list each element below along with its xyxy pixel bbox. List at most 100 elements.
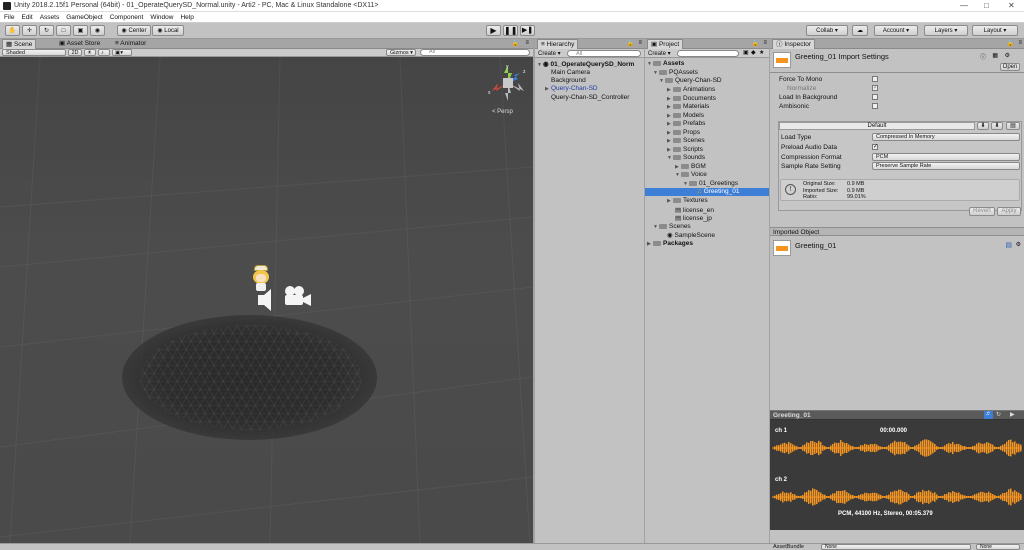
project-folder-prefabs[interactable]: ▶ Prefabs — [667, 120, 705, 127]
mode-2d-toggle[interactable]: 2D — [68, 49, 82, 56]
project-folder-scenes[interactable]: ▶ Scenes — [667, 137, 705, 144]
panel-menu-icon[interactable]: ≡ — [525, 40, 529, 46]
lock-icon[interactable]: 🔒 — [512, 40, 519, 47]
imported-object-book-icon[interactable]: ▤ — [1005, 241, 1012, 249]
tab-inspector[interactable]: ⓘ Inspector — [772, 39, 816, 49]
minimize-icon[interactable]: — — [960, 1, 968, 10]
effects-dropdown-icon[interactable]: ▣▾ — [112, 49, 132, 56]
platform-standalone-icon-2[interactable]: ⬇ — [991, 122, 1003, 130]
platform-android-icon[interactable]: ▤ — [1006, 122, 1020, 130]
tab-hierarchy[interactable]: ≡ Hierarchy — [537, 39, 579, 49]
menu-assets[interactable]: Assets — [36, 12, 63, 21]
project-folder-01-greetings[interactable]: ▼ 01_Greetings — [683, 180, 738, 187]
ambisonic-checkbox[interactable] — [872, 103, 878, 109]
lighting-toggle-icon[interactable]: ☀ — [84, 49, 96, 56]
project-folder-documents[interactable]: ▶ Documents — [667, 95, 716, 102]
menu-window[interactable]: Window — [146, 12, 176, 21]
inspector-help-icon[interactable]: ⓘ — [980, 52, 986, 61]
preload-audio-checkbox[interactable]: ✓ — [872, 144, 878, 150]
apply-button[interactable]: Apply — [997, 207, 1021, 216]
menu-component[interactable]: Component — [106, 12, 147, 21]
move-tool-icon[interactable]: ✛ — [22, 25, 37, 36]
asset-bundle-dropdown[interactable]: None — [821, 544, 971, 550]
filter-label-icon[interactable]: ◆ — [751, 49, 756, 56]
project-folder-query-chan-sd[interactable]: ▼ Query-Chan-SD — [659, 77, 722, 84]
hierarchy-menu-icon[interactable]: ≡ — [638, 40, 642, 46]
scene-search-input[interactable]: All — [420, 49, 530, 56]
maximize-icon[interactable]: □ — [984, 1, 989, 10]
menu-file[interactable]: File — [0, 12, 17, 21]
project-search-input[interactable] — [677, 50, 739, 57]
platform-standalone-icon[interactable]: ⬇ — [977, 122, 989, 130]
scene-orientation-gizmo[interactable]: y x z — [486, 61, 530, 105]
menu-help[interactable]: Help — [176, 12, 196, 21]
collab-button[interactable]: Collab ▾ — [806, 25, 848, 36]
audio-toggle-icon[interactable]: ♪ — [98, 49, 110, 56]
project-item-license-en[interactable]: ▤ license_en — [675, 206, 714, 214]
layers-dropdown[interactable]: Layers ▾ — [924, 25, 968, 36]
inspector-lock-icon[interactable]: 🔒 — [1007, 40, 1014, 47]
hierarchy-create-button[interactable]: Create ▾ — [538, 50, 561, 57]
persp-label[interactable]: < Persp — [492, 109, 513, 115]
hierarchy-lock-icon[interactable]: 🔒 — [627, 40, 634, 47]
project-folder-root-scenes[interactable]: ▼ Scenes — [653, 223, 691, 230]
step-button[interactable]: ▶❚ — [520, 25, 535, 36]
pause-button[interactable]: ❚❚ — [503, 25, 518, 36]
platform-tab-default[interactable]: Default — [779, 122, 975, 130]
scene-viewport[interactable]: y x z < Persp — [0, 57, 533, 543]
cloud-icon[interactable]: ☁ — [852, 25, 868, 36]
hierarchy-item-background[interactable]: Background — [551, 77, 586, 84]
project-folder-bgm[interactable]: ▶ BGM — [675, 163, 706, 170]
hierarchy-item-main-camera[interactable]: Main Camera — [551, 69, 590, 76]
load-type-dropdown[interactable]: Compressed In Memory — [872, 133, 1020, 141]
rect-tool-icon[interactable]: ▣ — [73, 25, 88, 36]
scene-root[interactable]: ▼◉ 01_OperateQuerySD_Norm — [537, 60, 634, 68]
project-folder-models[interactable]: ▶ Models — [667, 112, 704, 119]
close-icon[interactable]: ✕ — [1008, 1, 1015, 10]
project-folder-scripts[interactable]: ▶ Scripts — [667, 146, 703, 153]
compression-format-dropdown[interactable]: PCM — [872, 153, 1020, 161]
project-menu-icon[interactable]: ≡ — [763, 40, 767, 46]
imported-object-gear-icon[interactable]: ⚙ — [1016, 241, 1021, 248]
scale-tool-icon[interactable]: □ — [56, 25, 71, 36]
play-button[interactable]: ▶ — [486, 25, 501, 36]
hand-tool-icon[interactable]: ✋ — [5, 25, 20, 36]
project-folder-packages[interactable]: ▶ Packages — [647, 240, 693, 247]
project-folder-textures[interactable]: ▶ Textures — [667, 197, 708, 204]
project-item-license-jp[interactable]: ▤ license_jp — [675, 214, 712, 222]
hierarchy-search-input[interactable]: All — [567, 50, 641, 57]
inspector-gear-icon[interactable]: ⚙ — [1005, 52, 1010, 59]
tab-scene[interactable]: ▦ Scene — [2, 39, 37, 49]
asset-bundle-variant-dropdown[interactable]: None — [976, 544, 1020, 550]
pivot-center-button[interactable]: ◉ Center — [117, 25, 151, 36]
gizmos-dropdown[interactable]: Gizmos ▾ — [386, 49, 416, 56]
normalize-checkbox[interactable]: ✓ — [872, 85, 878, 91]
revert-button[interactable]: Revert — [969, 207, 995, 216]
project-folder-animations[interactable]: ▶ Animations — [667, 86, 715, 93]
menu-edit[interactable]: Edit — [17, 12, 35, 21]
shading-mode-dropdown[interactable]: Shaded — [2, 49, 66, 56]
tab-project[interactable]: ▣ Project — [647, 39, 684, 49]
filter-type-icon[interactable]: ▣ — [743, 49, 749, 56]
load-in-background-checkbox[interactable] — [872, 94, 878, 100]
project-folder-sounds[interactable]: ▼ Sounds — [667, 154, 705, 161]
rotate-tool-icon[interactable]: ↻ — [39, 25, 54, 36]
project-folder-materials[interactable]: ▶ Materials — [667, 103, 709, 110]
menu-gameobject[interactable]: GameObject — [62, 12, 106, 21]
layout-dropdown[interactable]: Layout ▾ — [972, 25, 1018, 36]
project-lock-icon[interactable]: 🔒 — [752, 40, 759, 47]
open-button[interactable]: Open — [1000, 63, 1020, 71]
audio-source-gizmo-icon[interactable] — [256, 287, 276, 313]
force-to-mono-checkbox[interactable] — [872, 76, 878, 82]
hierarchy-item-query-chan-sd[interactable]: ▶ Query-Chan-SD — [545, 85, 598, 92]
project-folder-props[interactable]: ▶ Props — [667, 129, 700, 136]
sample-rate-dropdown[interactable]: Preserve Sample Rate — [872, 162, 1020, 170]
camera-gizmo-icon[interactable] — [283, 285, 313, 307]
hierarchy-item-controller[interactable]: Query-Chan-SD_Controller — [551, 94, 629, 101]
favorite-icon[interactable]: ★ — [759, 49, 764, 56]
project-folder-assets[interactable]: ▼ Assets — [647, 60, 684, 67]
tab-animator[interactable]: ≡ Animator — [112, 39, 149, 49]
project-folder-pqassets[interactable]: ▼ PQAssets — [653, 69, 698, 76]
transform-tool-icon[interactable]: ◉ — [90, 25, 105, 36]
project-folder-voice[interactable]: ▼ Voice — [675, 171, 707, 178]
